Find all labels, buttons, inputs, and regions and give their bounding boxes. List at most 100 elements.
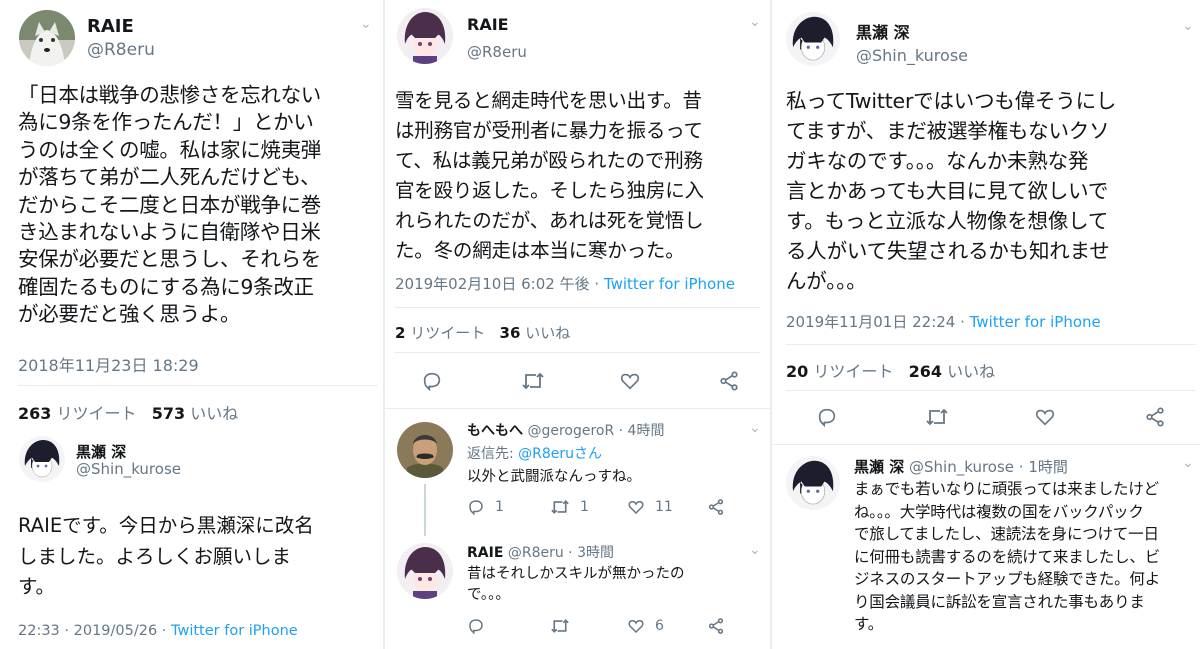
like-count[interactable]: 573 [152,404,185,423]
author-handle[interactable]: @gerogeroR · 4時間 [527,423,664,439]
like-button[interactable] [619,370,641,392]
retweet-button[interactable] [550,617,570,635]
reply-to: 返信先: @R8eruさん [467,443,602,463]
author-handle[interactable]: @R8eru [467,43,527,61]
reply-text: 昔はそれしかスキルが無かったの で。。。 [467,566,685,603]
author-name[interactable]: RAIE [87,16,134,37]
tweet-source[interactable]: Twitter for iPhone [970,313,1101,331]
avatar[interactable] [397,8,453,64]
author-handle[interactable]: @Shin_kurose · 1時間 [909,458,1068,476]
author-handle[interactable]: @R8eru [87,40,155,60]
retweet-icon [551,619,569,633]
retweet-button[interactable] [521,370,545,392]
divider [395,307,760,308]
author-handle[interactable]: @R8eru · 3時間 [508,545,614,561]
chevron-down-icon[interactable]: ⌄ [749,542,761,558]
retweet-count[interactable]: 20 [786,362,808,381]
tweet-meta: 2019年02月10日 6:02 午後 · Twitter for iPhone [395,273,735,294]
share-button[interactable] [707,498,725,516]
reply-icon [423,372,441,392]
tweet-text: 「日本は戦争の悲惨さを忘れない 為に9条を作ったんだ！」とかい うのは全くの嘘。… [18,83,321,327]
retweet-label[interactable]: リツイート [57,404,137,423]
reply-button[interactable]: 1 [467,498,504,516]
like-count[interactable]: 36 [500,324,521,342]
share-icon [708,618,724,634]
share-button[interactable] [718,370,740,392]
author-name[interactable]: 黒瀬 深 [854,458,904,476]
author-name[interactable]: RAIE [467,15,509,34]
tweet-stats: 263 リツイート 573 いいね [18,400,238,424]
reply-button[interactable] [816,406,838,428]
tweet-text: 私ってTwitterではいつも偉そうにし てますが、まだ被選挙権もないクソ ガキ… [786,89,1117,293]
reply-icon [469,619,483,635]
like-label[interactable]: いいね [947,362,995,381]
like-label[interactable]: いいね [190,404,238,423]
tweet-text: 雪を見ると網走時代を思い出す。昔 は刑務官が受刑者に暴力を振るって て、私は義兄… [395,89,704,262]
author-name[interactable]: 黒瀬 深 [76,441,126,462]
chevron-down-icon[interactable]: ⌄ [1182,455,1194,471]
thread-line [424,484,426,536]
reply-icon [818,408,836,428]
like-button[interactable]: 6 [627,617,664,635]
avatar[interactable] [19,10,75,66]
like-count[interactable]: 264 [909,362,942,381]
reply-text: 以外と武闘派なんっすね。 [467,469,641,485]
retweet-button[interactable] [925,406,949,428]
tweet-panel-left: RAIE @R8eru ⌄ 「日本は戦争の悲惨さを忘れない 為に9条を作ったんだ… [0,0,383,649]
tweet-text: RAIEです。今日から黒瀬深に改名 しました。よろしくお願いしま す。 [18,514,314,598]
avatar[interactable] [397,543,453,599]
heart-icon [628,619,644,634]
chevron-down-icon[interactable]: ⌄ [749,420,761,436]
divider [395,352,760,353]
chevron-down-icon[interactable]: ⌄ [360,16,372,32]
avatar[interactable] [786,12,840,66]
share-button[interactable] [1144,406,1166,428]
reply-button[interactable] [421,370,443,392]
tweet-timestamp[interactable]: 2019年02月10日 6:02 午後 · [395,275,599,293]
divider [786,344,1196,345]
retweet-button[interactable]: 1 [550,498,589,516]
like-button[interactable]: 11 [627,498,673,516]
share-icon [708,499,724,515]
tweet-timestamp[interactable]: 2018年11月23日 18:29 [18,352,199,376]
tweet-meta: 2019年11月01日 22:24 · Twitter for iPhone [786,311,1101,332]
divider [18,385,378,386]
tweet-time[interactable]: 22:33 · 2019/05/26 · [18,623,166,639]
divider [385,408,770,409]
retweet-icon [522,372,544,390]
author-name[interactable]: 黒瀬 深 [856,19,910,43]
author-name[interactable]: もへもへ [467,423,523,439]
avatar[interactable] [397,422,453,478]
author-handle[interactable]: @Shin_kurose [76,460,181,478]
retweet-count[interactable]: 263 [18,404,51,423]
tweet-source[interactable]: Twitter for iPhone [171,623,298,639]
like-count: 6 [655,618,664,634]
tweet-source[interactable]: Twitter for iPhone [604,275,735,293]
tweet-timestamp[interactable]: 2019年11月01日 22:24 · [786,313,965,331]
share-button[interactable] [707,617,725,635]
reply-button[interactable] [467,617,485,635]
reply-icon [469,500,483,516]
avatar[interactable] [19,436,65,482]
retweet-count[interactable]: 2 [395,324,405,342]
retweet-label[interactable]: リツイート [813,362,893,381]
share-icon [1146,407,1164,427]
reply-to-link[interactable]: @R8eruさん [518,446,602,462]
avatar[interactable] [786,456,840,510]
retweet-count: 1 [580,499,589,515]
retweet-icon [551,500,569,514]
like-label[interactable]: いいね [525,324,570,342]
retweet-label[interactable]: リツイート [410,324,485,342]
author-handle[interactable]: @Shin_kurose [856,46,968,65]
tweet-stats: 20 リツイート 264 いいね [786,358,995,382]
tweet-stats: 2 リツイート 36 いいね [395,322,570,343]
tweet-panel-middle: RAIE @R8eru ⌄ 雪を見ると網走時代を思い出す。昔 は刑務官が受刑者に… [385,0,770,649]
author-name[interactable]: RAIE [467,545,503,561]
like-button[interactable] [1034,406,1056,428]
retweet-icon [926,408,948,426]
heart-icon [628,500,644,515]
divider [786,390,1196,391]
chevron-down-icon[interactable]: ⌄ [1182,18,1194,34]
reply-text: まぁでも若いなりに頑張っては来ましたけど ね。。。大学時代は複数の国をバックパッ… [854,480,1161,633]
chevron-down-icon[interactable]: ⌄ [749,14,761,30]
